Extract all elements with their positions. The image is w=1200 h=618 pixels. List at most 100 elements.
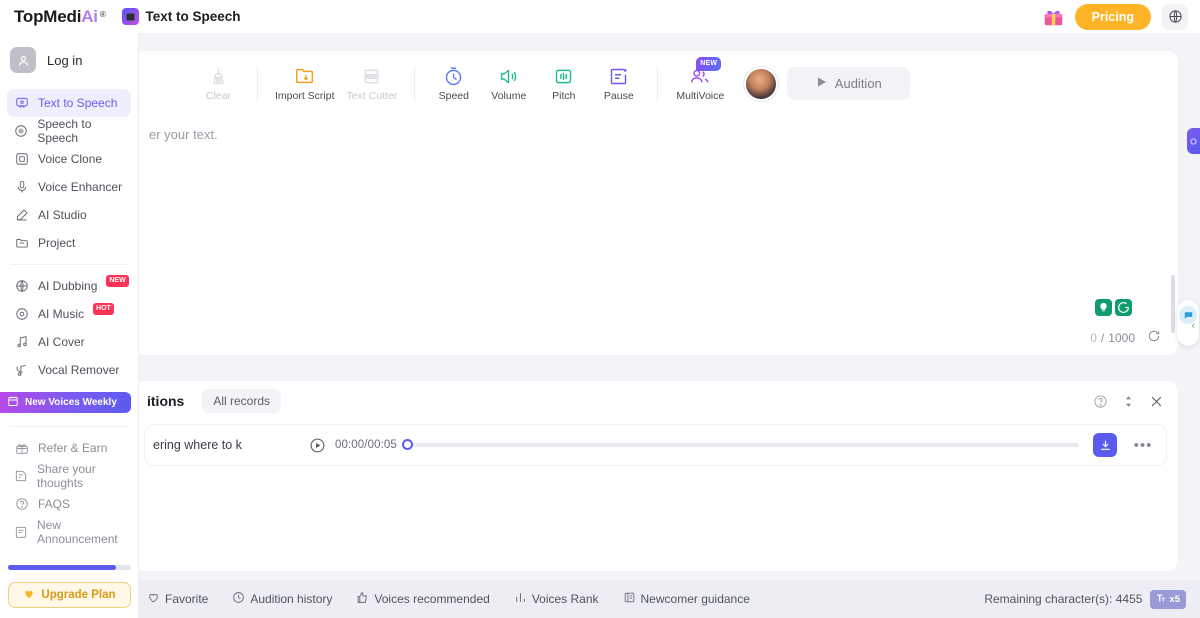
login-label: Log in (47, 53, 82, 68)
feedback-icon (14, 469, 28, 483)
record-progress-knob[interactable] (402, 439, 413, 450)
chevron-left-icon[interactable]: ‹ (1191, 320, 1195, 332)
help-icon[interactable] (1093, 394, 1108, 409)
toolbar-divider-2 (414, 67, 415, 101)
text-cutter-icon (361, 66, 382, 87)
records-panel: itions All records ering where to k 00:0… (133, 381, 1178, 571)
toolbar-divider (257, 67, 258, 101)
record-progress-track[interactable] (407, 443, 1079, 447)
tab-auditions[interactable]: itions (147, 393, 184, 409)
play-icon (816, 76, 828, 91)
sidebar-item-project[interactable]: Project (7, 229, 131, 257)
voice-clone-icon (14, 152, 29, 166)
remaining-characters-label: Remaining character(s): 4455 (984, 592, 1142, 606)
sidebar-item-speech-to-speech[interactable]: Speech to Speech (7, 117, 131, 145)
grammarly-widget[interactable] (1094, 298, 1133, 317)
sidebar-item-voice-enhancer-label: Voice Enhancer (38, 180, 122, 194)
login-row[interactable]: Log in (0, 33, 138, 85)
text-to-speech-icon (14, 96, 29, 110)
character-multiplier-label: x5 (1169, 594, 1180, 605)
download-icon[interactable] (1093, 433, 1117, 457)
bottom-link-voices-rank[interactable]: Voices Rank (514, 591, 599, 607)
tab-all-records[interactable]: All records (202, 389, 281, 413)
bottom-link-audition-history-label: Audition history (250, 592, 332, 606)
tool-speed[interactable]: Speed (426, 66, 481, 102)
sidebar-item-ai-dubbing[interactable]: AI Dubbing NEW (7, 272, 131, 300)
toolbar-divider-3 (657, 67, 658, 101)
tool-import-script-label: Import Script (275, 90, 335, 102)
sidebar-item-text-to-speech-label: Text to Speech (38, 96, 117, 110)
pause-insert-icon (608, 66, 629, 87)
thumbs-up-icon (356, 591, 369, 607)
bar-chart-icon (514, 591, 527, 607)
pricing-button[interactable]: Pricing (1075, 4, 1151, 30)
tool-volume[interactable]: Volume (481, 66, 536, 102)
bottom-link-newcomer-guidance[interactable]: Newcomer guidance (623, 591, 750, 607)
tool-pause[interactable]: Pause (591, 66, 646, 102)
brand-name-primary: TopMedi (14, 7, 81, 27)
sidebar-item-text-to-speech[interactable]: Text to Speech (7, 89, 131, 117)
sidebar-item-voice-clone[interactable]: Voice Clone (7, 145, 131, 173)
sidebar-divider-1 (10, 264, 128, 265)
lightbulb-icon[interactable] (1095, 299, 1112, 316)
close-icon[interactable] (1149, 394, 1164, 409)
upgrade-plan-button[interactable]: Upgrade Plan (8, 582, 131, 608)
multivoice-new-badge: NEW (696, 57, 721, 71)
tool-clear-label: Clear (206, 90, 231, 102)
heart-icon (23, 588, 35, 603)
tool-clear[interactable]: Clear (191, 66, 246, 102)
tool-import-script[interactable]: Import Script (269, 65, 341, 102)
sidebar-item-refer-earn[interactable]: Refer & Earn (7, 434, 131, 462)
sidebar-item-faqs-label: FAQS (38, 497, 70, 511)
bottom-link-audition-history[interactable]: Audition history (232, 591, 332, 607)
record-row[interactable]: ering where to k 00:00/00:05 ••• (145, 425, 1166, 465)
bottom-link-favorite-label: Favorite (165, 592, 208, 606)
globe-dub-icon (14, 279, 29, 293)
tool-text-cutter[interactable]: Text Cutter (341, 66, 404, 102)
grammarly-icon[interactable] (1115, 299, 1132, 316)
sidebar-item-ai-dubbing-label: AI Dubbing (38, 279, 97, 293)
tool-pause-label: Pause (604, 90, 634, 102)
text-to-speech-app-icon (122, 8, 139, 25)
clock-icon (232, 591, 245, 607)
bottom-link-voices-recommended[interactable]: Voices recommended (356, 591, 489, 607)
sidebar-item-ai-cover[interactable]: AI Cover (7, 328, 131, 356)
refresh-icon[interactable] (1147, 329, 1161, 346)
sidebar-item-faqs[interactable]: FAQS (7, 490, 131, 518)
resize-vertical-icon[interactable] (1122, 394, 1135, 409)
assistant-icon[interactable] (1187, 128, 1200, 154)
chat-bubble-icon[interactable] (1177, 300, 1199, 346)
page-tag: Text to Speech (122, 8, 241, 25)
avatar (10, 47, 36, 73)
audition-button-label: Audition (835, 76, 882, 91)
play-circle-icon[interactable] (309, 437, 326, 454)
tool-multivoice[interactable]: NEW MultiVoice (669, 65, 731, 102)
sidebar-item-ai-music[interactable]: AI Music HOT (7, 300, 131, 328)
sidebar-badge-hot: HOT (93, 303, 114, 314)
sidebar-item-ai-studio[interactable]: AI Studio (7, 201, 131, 229)
editor-scrollbar[interactable] (1171, 275, 1175, 333)
sidebar-item-speech-to-speech-label: Speech to Speech (37, 117, 131, 145)
speech-to-speech-icon (14, 124, 28, 138)
more-icon[interactable]: ••• (1130, 437, 1156, 454)
sidebar-item-ai-cover-label: AI Cover (38, 335, 85, 349)
tool-volume-label: Volume (491, 90, 526, 102)
voice-avatar[interactable] (744, 67, 778, 101)
sidebar-item-new-voices-weekly[interactable]: New Voices Weekly (0, 392, 131, 413)
gift-icon[interactable] (1043, 6, 1064, 27)
sidebar-item-voice-enhancer[interactable]: Voice Enhancer (7, 173, 131, 201)
sidebar-item-vocal-remover[interactable]: Vocal Remover (7, 356, 131, 384)
sidebar-badge-new: NEW (106, 275, 128, 286)
brand-logo[interactable]: TopMediAi® (14, 7, 106, 27)
tool-pitch[interactable]: Pitch (536, 66, 591, 102)
sidebar-item-new-announcement[interactable]: New Announcement (7, 518, 131, 546)
globe-icon[interactable] (1162, 4, 1188, 30)
bottom-link-favorite[interactable]: Favorite (147, 591, 208, 607)
text-editor-panel[interactable]: er your text. 0 / 1000 (133, 116, 1178, 355)
character-multiplier-badge[interactable]: x5 (1150, 590, 1186, 609)
speed-icon (443, 66, 464, 87)
import-folder-icon (294, 65, 316, 87)
music-note-icon (14, 335, 29, 349)
sidebar-item-share-thoughts[interactable]: Share your thoughts (7, 462, 131, 490)
audition-button[interactable]: Audition (787, 67, 910, 100)
